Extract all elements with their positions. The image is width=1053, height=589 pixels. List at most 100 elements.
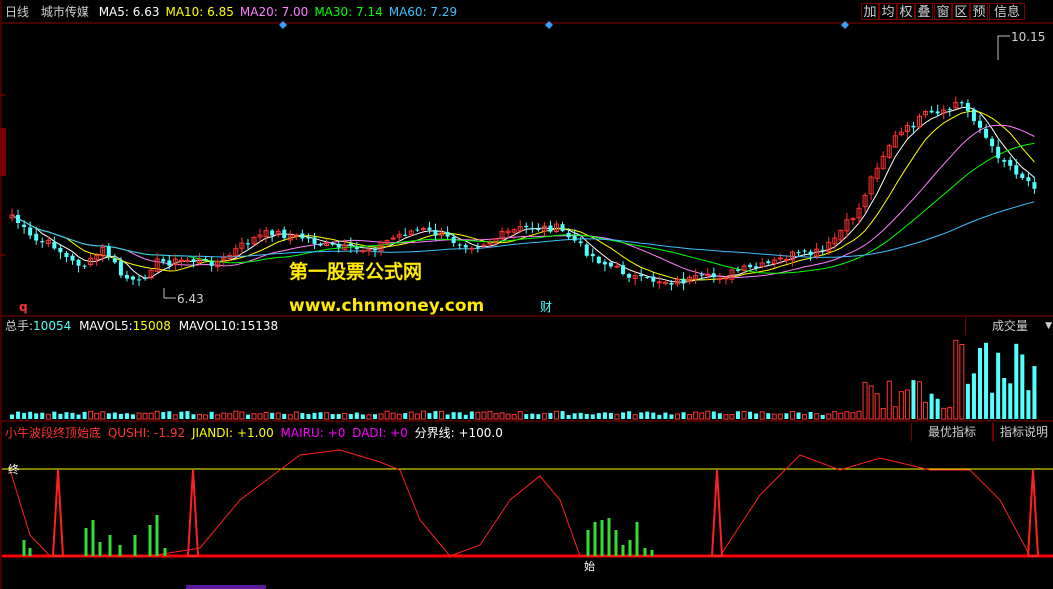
overlay-button[interactable]: 叠 <box>915 3 933 20</box>
candle-body-down <box>137 279 142 281</box>
volume-bar-down <box>118 413 123 419</box>
volume-bar-up <box>904 389 910 420</box>
candle-body-down <box>990 138 995 147</box>
volume-bar-down <box>16 411 21 419</box>
volume-bar-up <box>880 408 886 420</box>
window-button[interactable]: 窗 <box>934 3 952 20</box>
average-button[interactable]: 均 <box>879 3 897 20</box>
volume-bar-down <box>645 411 650 419</box>
volume-bar-up <box>263 412 269 420</box>
candle-body-down <box>1032 182 1037 189</box>
candle-body-down <box>76 259 81 266</box>
candle-body-down <box>627 274 632 278</box>
mavol10-label: MAVOL10: <box>178 319 240 333</box>
ma10-line <box>11 110 1035 281</box>
volume-indicator-dropdown[interactable]: 成交量 ▼ <box>965 317 1053 335</box>
volume-bar-down <box>161 412 166 419</box>
volume-dropdown-label: 成交量 <box>991 319 1028 333</box>
volume-bar-up <box>257 413 263 420</box>
volume-bar-down <box>282 413 287 419</box>
volume-header: 总手:10054 MAVOL5:15008 MAVOL10:15138 <box>5 319 278 333</box>
finance-marker[interactable]: 财 <box>540 300 552 314</box>
mavol5-label: MAVOL5: <box>79 319 133 333</box>
volume-bar-up <box>45 413 51 420</box>
q-marker[interactable]: q <box>19 300 28 314</box>
volume-bar-up <box>953 339 959 420</box>
volume-energy-bar <box>607 518 611 556</box>
event-diamond-1[interactable] <box>279 21 287 29</box>
volume-bar-up <box>802 413 808 420</box>
volume-bar-up <box>789 410 795 420</box>
period-label[interactable]: 日线 <box>5 5 29 19</box>
volume-energy-bar <box>133 535 137 556</box>
indicator-explain-button[interactable]: 指标说明 <box>993 423 1053 441</box>
candlesticks[interactable] <box>9 96 1037 291</box>
volume-bar-up <box>221 412 227 420</box>
volume-bar-down <box>82 411 87 419</box>
volume-bar-down <box>965 383 970 419</box>
high-price-label: 10.15 <box>1011 30 1046 44</box>
volume-bar-up <box>862 381 868 420</box>
volume-bar-down <box>530 413 535 419</box>
candle-body-down <box>245 243 250 245</box>
event-diamond-3[interactable] <box>841 21 849 29</box>
info-button[interactable]: 信息 <box>989 3 1025 20</box>
candle-body-down <box>318 243 323 246</box>
candle-body-down <box>354 247 359 250</box>
volume-bar-down <box>336 414 341 419</box>
volume-bar-down <box>167 411 172 419</box>
volume-bar-down <box>621 412 626 419</box>
volume-energy-bar <box>22 540 26 556</box>
add-button[interactable]: 加 <box>861 3 879 20</box>
qushi-label: QUSHI: <box>107 426 151 440</box>
best-indicator-button[interactable]: 最优指标 <box>911 423 993 441</box>
timeline-scroll-thumb[interactable] <box>186 585 266 589</box>
volume-bar-down <box>808 411 813 419</box>
candle-body-down <box>167 260 172 266</box>
volume-bar-up <box>287 414 293 420</box>
candle-body-down <box>403 234 408 236</box>
volume-bar-up <box>959 343 965 420</box>
volume-bar-down <box>330 414 335 419</box>
rights-button[interactable]: 权 <box>897 3 915 20</box>
indicator-plot <box>2 449 1053 558</box>
volume-bar-down <box>590 414 595 419</box>
volume-bar-up <box>898 391 904 420</box>
candle-body-down <box>996 146 1001 159</box>
stock-name: 城市传媒 <box>40 5 89 19</box>
candle-body-down <box>22 224 27 227</box>
volume-bar-down <box>270 412 275 419</box>
volume-bar-up <box>203 414 209 420</box>
candle-body-down <box>808 251 813 256</box>
candle-body-down <box>1020 173 1025 179</box>
forecast-button[interactable]: 预 <box>970 3 988 20</box>
candle-body-up <box>487 242 493 245</box>
jiandi-spike <box>1026 469 1040 557</box>
volume-bar-up <box>384 410 390 420</box>
volume-energy-bar <box>635 522 639 556</box>
volume-bar-up <box>838 412 844 420</box>
candle-body-down <box>681 278 686 284</box>
volume-bar-down <box>354 412 359 419</box>
chart-canvas[interactable] <box>0 0 1053 589</box>
candle-body-down <box>536 229 541 231</box>
volume-bar-down <box>245 414 250 419</box>
indicator-name[interactable]: 小牛波段终顶始底 <box>5 426 101 440</box>
qushi-value: -1.92 <box>154 426 186 440</box>
volume-bar-down <box>185 411 190 419</box>
volume-bar-up <box>366 414 372 420</box>
volume-bar-up <box>94 412 100 420</box>
volume-bar-up <box>239 411 245 420</box>
candle-body-down <box>1026 177 1031 182</box>
volume-bar-down <box>681 412 686 419</box>
volume-bars[interactable] <box>10 339 1037 420</box>
event-diamond-2[interactable] <box>545 21 553 29</box>
candle-body-down <box>112 258 117 263</box>
volume-bar-down <box>578 412 583 419</box>
candle-body-down <box>754 266 759 269</box>
volume-bar-up <box>886 380 892 420</box>
candle-body-down <box>445 231 450 237</box>
volume-bar-down <box>984 342 989 419</box>
volume-bar-down <box>70 412 75 419</box>
range-button[interactable]: 区 <box>952 3 970 20</box>
